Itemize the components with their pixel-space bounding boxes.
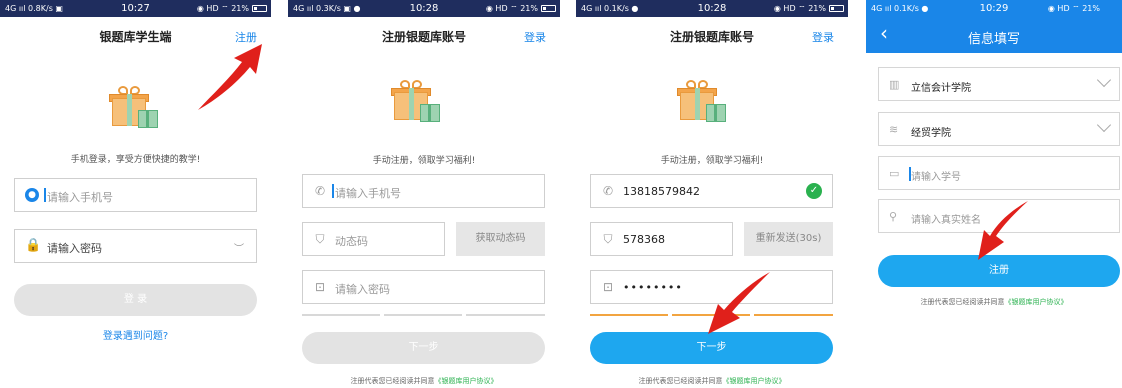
agreement-prefix: 注册代表您已经阅读并同意	[920, 298, 1005, 306]
gift-icon	[108, 86, 160, 130]
phone-placeholder: 请输入手机号	[332, 184, 401, 200]
check-circle-icon: ✓	[806, 183, 822, 199]
nav-bar: 银题库学生端 注册	[0, 17, 271, 53]
agreement-prefix: 注册代表您已经阅读并同意	[350, 377, 435, 385]
college-select[interactable]: ≋ 经贸学院	[878, 112, 1120, 146]
phone-input[interactable]: ✆ 13818579842 ✓	[590, 174, 833, 208]
password-input[interactable]: ⊡ ••••••••	[590, 270, 833, 304]
login-screen: 4G ııl 0.8K/s ▣ 10:27 ◉ HD ⌔ 21% 银题库学生端 …	[0, 0, 271, 388]
password-value: ••••••••	[623, 281, 683, 294]
password-strength-bar	[590, 314, 833, 316]
status-time: 10:28	[697, 3, 727, 14]
battery-icon	[252, 5, 267, 12]
password-placeholder: 请输入密码	[47, 242, 102, 255]
page-title: 银题库学生端	[99, 30, 172, 44]
status-network: 4G ııl 0.1K/s ●	[871, 4, 929, 13]
password-input[interactable]: 🔒 请输入密码 ︶	[14, 229, 257, 263]
login-link[interactable]: 登录	[524, 29, 546, 45]
info-fill-screen: 4G ııl 0.1K/s ● 10:29 ◉ HD ⌔ 21% ‹ 信息填写 …	[866, 0, 1122, 388]
agreement-prefix: 注册代表您已经阅读并同意	[638, 377, 723, 385]
shield-icon: ⛉	[315, 232, 325, 246]
name-placeholder: 请输入真实姓名	[911, 215, 981, 226]
password-input[interactable]: ⊡ 请输入密码	[302, 270, 545, 304]
status-time: 10:27	[121, 3, 150, 14]
lock-icon: 🔒	[25, 238, 42, 253]
status-bar: 4G ııl 0.8K/s ▣ 10:27 ◉ HD ⌔ 21%	[0, 0, 271, 17]
next-button[interactable]: 下一步	[302, 332, 545, 364]
lock-icon: ⊡	[314, 280, 326, 294]
phone-icon: ✆	[314, 184, 326, 198]
password-strength-bar	[302, 314, 545, 316]
gift-icon	[390, 80, 442, 124]
nav-bar: ‹ 信息填写	[866, 17, 1122, 53]
register-tagline: 手动注册，领取学习福利!	[660, 156, 764, 166]
student-id-input[interactable]: ▭ 请输入学号	[878, 156, 1120, 190]
get-code-button[interactable]: 获取动态码	[456, 222, 545, 256]
phone-placeholder: 请输入手机号	[44, 188, 113, 204]
code-input[interactable]: ⛉ 578368	[590, 222, 733, 256]
eye-closed-icon[interactable]: ︶	[234, 240, 244, 255]
register-screen: 4G ııl 0.3K/s ▣ ● 10:28 ◉ HD ⌔ 21% 注册银题库…	[288, 0, 560, 388]
user-icon: ●	[25, 188, 39, 202]
nav-bar: 注册银题库账号 登录	[576, 17, 848, 53]
login-help-link[interactable]: 登录遇到问题?	[0, 327, 271, 342]
layers-icon: ≋	[889, 123, 899, 136]
code-placeholder: 动态码	[335, 235, 368, 248]
login-tagline: 手机登录，享受方便快捷的教学!	[70, 155, 201, 165]
phone-input[interactable]: ● 请输入手机号	[14, 178, 257, 212]
name-input[interactable]: ⚲ 请输入真实姓名	[878, 199, 1120, 233]
agreement-link[interactable]: 《银题库用户协议》	[1005, 298, 1068, 306]
status-bar: 4G ııl 0.3K/s ▣ ● 10:28 ◉ HD ⌔ 21%	[288, 0, 560, 17]
register-filled-screen: 4G ııl 0.1K/s ● 10:28 ◉ HD ⌔ 21% 注册银题库账号…	[576, 0, 848, 388]
phone-icon: ✆	[602, 184, 614, 198]
status-indicators: ◉ HD ⌔ 21%	[196, 4, 249, 13]
code-input[interactable]: ⛉ 动态码	[302, 222, 445, 256]
shield-icon: ⛉	[603, 232, 613, 246]
agreement-text: 注册代表您已经阅读并同意《银题库用户协议》	[576, 376, 848, 386]
phone-input[interactable]: ✆ 请输入手机号	[302, 174, 545, 208]
page-title: 注册银题库账号	[669, 30, 754, 44]
college-value: 经贸学院	[911, 128, 951, 139]
nav-bar: 注册银题库账号 登录	[288, 17, 560, 53]
register-tagline: 手动注册，领取学习福利!	[372, 156, 476, 166]
chevron-down-icon	[1096, 72, 1112, 88]
status-indicators: ◉ HD ⌔ 21%	[773, 4, 826, 13]
status-indicators: ◉ HD ⌔ 21%	[1047, 4, 1100, 13]
phone-value: 13818579842	[623, 185, 700, 198]
gift-icon	[676, 80, 728, 124]
school-select[interactable]: ▥ 立信会计学院	[878, 67, 1120, 101]
person-icon: ⚲	[889, 210, 898, 223]
page-title: 注册银题库账号	[381, 30, 466, 44]
student-id-placeholder: 请输入学号	[911, 172, 961, 183]
status-network: 4G ııl 0.1K/s ●	[581, 4, 639, 13]
code-value: 578368	[623, 233, 665, 246]
resend-code-button[interactable]: 重新发送(30s)	[744, 222, 833, 256]
battery-icon	[541, 5, 556, 12]
lock-icon: ⊡	[602, 280, 614, 294]
status-time: 10:28	[409, 3, 439, 14]
agreement-link[interactable]: 《银题库用户协议》	[435, 377, 498, 385]
building-icon: ▥	[889, 78, 900, 91]
status-indicators: ◉ HD ⌔ 21%	[485, 4, 538, 13]
agreement-link[interactable]: 《银题库用户协议》	[723, 377, 786, 385]
page-title: 信息填写	[967, 32, 1020, 47]
agreement-text: 注册代表您已经阅读并同意《银题库用户协议》	[866, 297, 1122, 307]
login-button[interactable]: 登 录	[14, 284, 257, 316]
status-time: 10:29	[979, 3, 1009, 14]
chevron-down-icon	[1096, 117, 1112, 133]
status-network: 4G ııl 0.3K/s ▣ ●	[293, 4, 361, 13]
login-link[interactable]: 登录	[812, 29, 834, 45]
password-placeholder: 请输入密码	[335, 283, 390, 296]
id-card-icon: ▭	[889, 167, 900, 180]
register-button[interactable]: 注册	[878, 255, 1120, 287]
status-network: 4G ııl 0.8K/s ▣	[5, 4, 63, 13]
school-value: 立信会计学院	[911, 83, 971, 94]
register-link[interactable]: 注册	[235, 29, 257, 45]
status-bar: 4G ııl 0.1K/s ● 10:29 ◉ HD ⌔ 21%	[866, 0, 1122, 17]
battery-icon	[829, 5, 844, 12]
next-button[interactable]: 下一步	[590, 332, 833, 364]
agreement-text: 注册代表您已经阅读并同意《银题库用户协议》	[288, 376, 560, 386]
status-bar: 4G ııl 0.1K/s ● 10:28 ◉ HD ⌔ 21%	[576, 0, 848, 17]
